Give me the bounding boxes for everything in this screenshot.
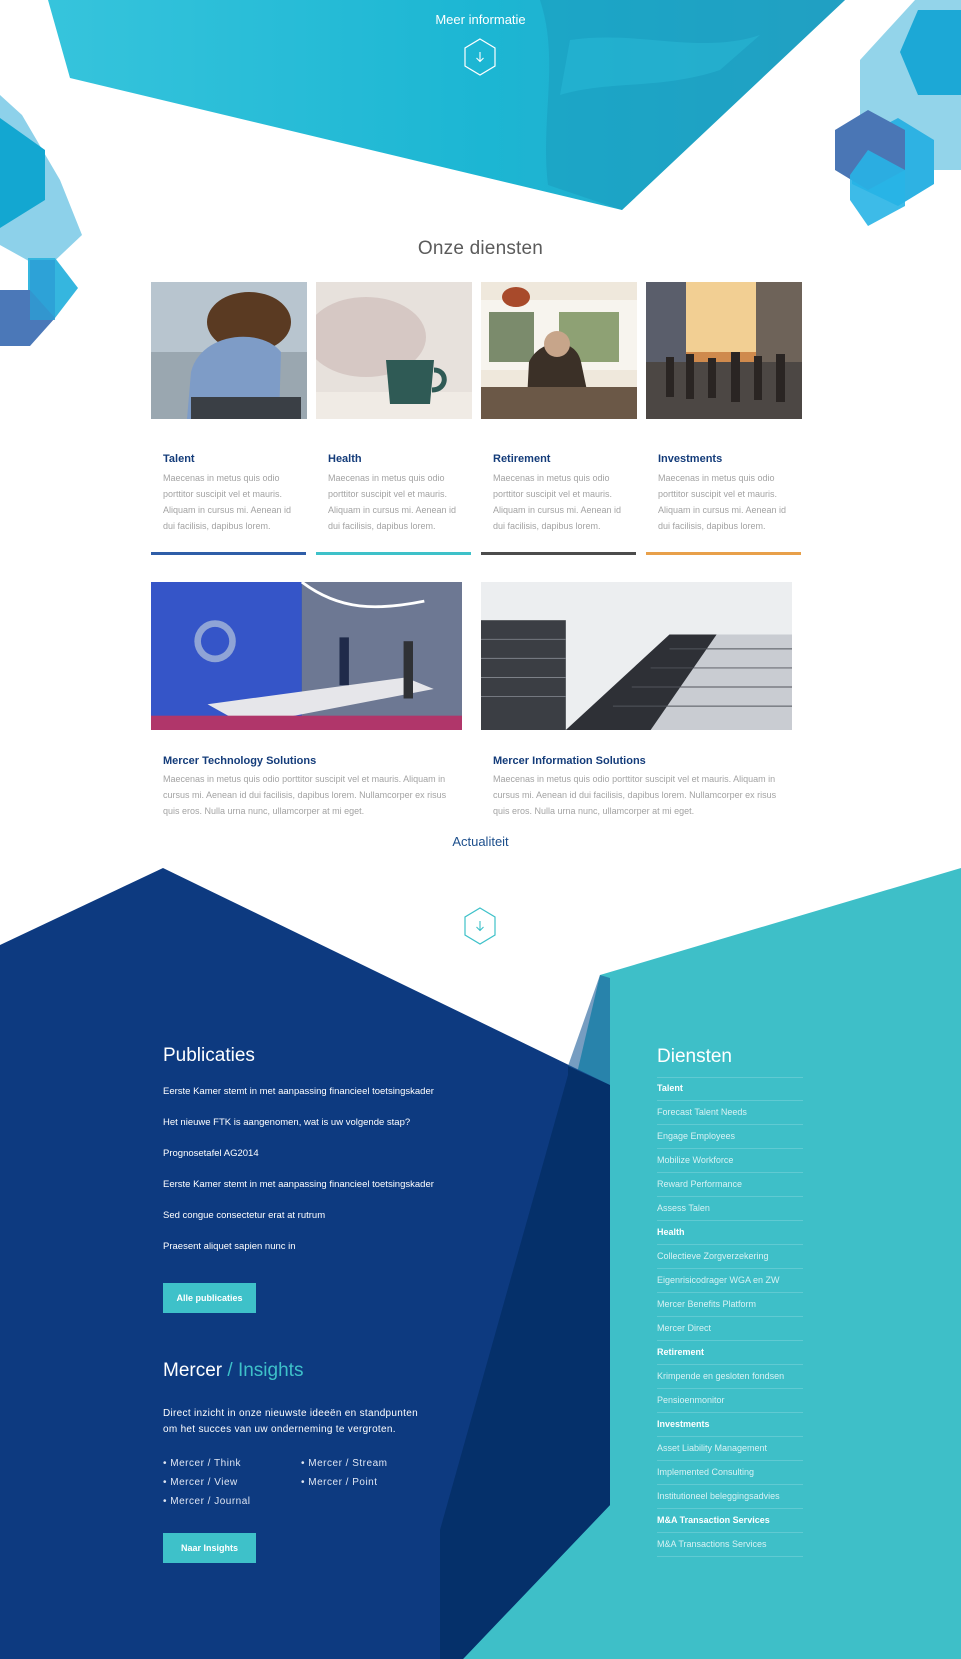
investments-image [646,282,802,419]
diensten-category[interactable]: Health [657,1221,803,1245]
technology-solutions-title[interactable]: Mercer Technology Solutions [163,755,316,767]
information-solutions-text: Maecenas in metus quis odio porttitor su… [493,774,777,816]
diensten-link[interactable]: Engage Employees [657,1125,803,1149]
information-solutions-title[interactable]: Mercer Information Solutions [493,755,646,767]
diensten-link[interactable]: Mercer Direct [657,1317,803,1341]
diensten-link[interactable]: Krimpende en gesloten fondsen [657,1365,803,1389]
diensten-category[interactable]: Retirement [657,1341,803,1365]
diensten-link[interactable]: M&A Transactions Services [657,1533,803,1557]
publication-link[interactable]: Eerste Kamer stemt in met aanpassing fin… [163,1179,434,1190]
health-image [316,282,472,419]
technology-solutions-image [151,582,462,730]
to-insights-button[interactable]: Naar Insights [163,1533,256,1563]
investments-accent-bar [646,552,801,555]
diensten-link[interactable]: Asset Liability Management [657,1437,803,1461]
publication-link[interactable]: Prognosetafel AG2014 [163,1148,259,1159]
arrow-down-hex-icon[interactable] [463,907,497,945]
all-publications-button[interactable]: Alle publicaties [163,1283,256,1313]
diensten-link[interactable]: Pensioenmonitor [657,1389,803,1413]
diensten-link[interactable]: Implemented Consulting [657,1461,803,1485]
actualiteit-title: Actualiteit [452,834,509,849]
information-solutions-image [481,582,792,730]
hero-more-info-label[interactable]: Meer informatie [0,12,961,27]
diensten-link[interactable]: Institutioneel beleggingsadvies [657,1485,803,1509]
service-card-retirement-title[interactable]: Retirement [493,453,550,465]
insights-link-journal[interactable]: • Mercer / Journal [163,1496,251,1507]
service-card-investments-text: Maecenas in metus quis odio porttitor su… [658,473,787,531]
retirement-image [481,282,637,419]
diensten-link[interactable]: Mobilize Workforce [657,1149,803,1173]
service-card-talent-text: Maecenas in metus quis odio porttitor su… [163,473,292,531]
diensten-category[interactable]: Investments [657,1413,803,1437]
insights-title-accent: / Insights [227,1360,304,1381]
health-accent-bar [316,552,471,555]
service-card-retirement-text: Maecenas in metus quis odio porttitor su… [493,473,622,531]
diensten-link[interactable]: Assess Talen [657,1197,803,1221]
insights-link-stream[interactable]: • Mercer / Stream [301,1458,387,1469]
service-card-health-title[interactable]: Health [328,453,362,465]
insights-description: Direct inzicht in onze nieuwste ideeën e… [163,1408,418,1435]
insights-title-main: Mercer [163,1360,223,1381]
insights-link-think[interactable]: • Mercer / Think [163,1458,241,1469]
service-card-talent-title[interactable]: Talent [163,453,195,465]
diensten-list: Talent Forecast Talent Needs Engage Empl… [657,1077,803,1557]
service-card-health-text: Maecenas in metus quis odio porttitor su… [328,473,457,531]
technology-solutions-text: Maecenas in metus quis odio porttitor su… [163,774,447,816]
services-title: Onze diensten [417,238,544,259]
diensten-link[interactable]: Collectieve Zorgverzekering [657,1245,803,1269]
publication-link[interactable]: Eerste Kamer stemt in met aanpassing fin… [163,1086,434,1097]
publicaties-title: Publicaties [163,1045,255,1066]
publication-link[interactable]: Praesent aliquet sapien nunc in [163,1241,296,1252]
diensten-category[interactable]: M&A Transaction Services [657,1509,803,1533]
diensten-category[interactable]: Talent [657,1077,803,1101]
talent-accent-bar [151,552,306,555]
insights-link-point[interactable]: • Mercer / Point [301,1477,378,1488]
diensten-link[interactable]: Mercer Benefits Platform [657,1293,803,1317]
diensten-title: Diensten [657,1046,732,1067]
publication-link[interactable]: Sed congue consectetur erat at rutrum [163,1210,325,1221]
diensten-link[interactable]: Eigenrisicodrager WGA en ZW [657,1269,803,1293]
publication-link[interactable]: Het nieuwe FTK is aangenomen, wat is uw … [163,1117,410,1128]
service-card-investments-title[interactable]: Investments [658,453,722,465]
diensten-link[interactable]: Reward Performance [657,1173,803,1197]
arrow-down-hex-icon[interactable] [463,38,497,76]
insights-title: Mercer / Insights [163,1360,303,1382]
retirement-accent-bar [481,552,636,555]
insights-link-view[interactable]: • Mercer / View [163,1477,238,1488]
talent-image [151,282,307,419]
diensten-link[interactable]: Forecast Talent Needs [657,1101,803,1125]
